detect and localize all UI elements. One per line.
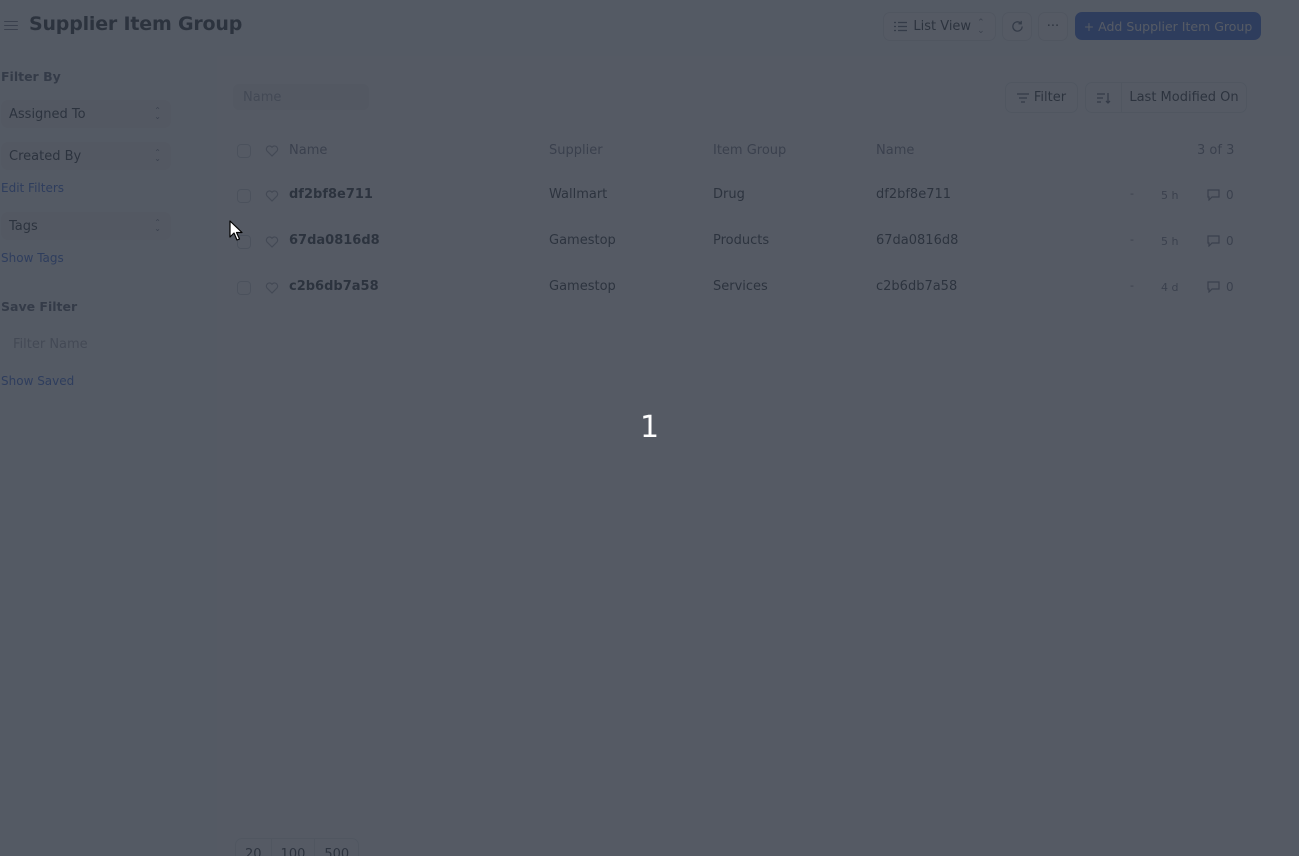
refresh-icon <box>1011 20 1023 32</box>
row-item-group: Services <box>713 279 768 294</box>
row-name-value: 67da0816d8 <box>876 233 959 248</box>
hamburger-icon[interactable] <box>4 18 18 32</box>
created-by-label: Created By <box>9 148 82 164</box>
filter-name-input[interactable]: Filter Name <box>5 330 171 358</box>
filter-by-heading: Filter By <box>1 69 61 84</box>
created-by-select[interactable]: Created By ⌃ ⌄ <box>1 142 171 170</box>
add-supplier-item-group-button[interactable]: + Add Supplier Item Group <box>1075 12 1261 40</box>
page: Supplier Item Group List View ⌃ ⌄ ··· + A… <box>0 0 1299 856</box>
page-length-selector: 20 100 500 <box>235 838 360 856</box>
comment-icon <box>1207 235 1220 247</box>
list-view-label: List View <box>913 19 972 34</box>
assigned-to-select[interactable]: Assigned To ⌃ ⌄ <box>1 100 171 128</box>
row-supplier: Gamestop <box>549 233 616 248</box>
row-dash: - <box>1130 187 1134 200</box>
list-view-button[interactable]: List View ⌃ ⌄ <box>883 12 996 41</box>
row-comment-count: 0 <box>1226 188 1234 202</box>
list-header: Name Supplier Item Group Name 3 of 3 <box>233 136 1247 166</box>
list-icon <box>894 21 908 32</box>
column-name: Name <box>289 143 328 158</box>
row-dash: - <box>1130 279 1134 292</box>
row-modified-time: 5 h <box>1161 189 1179 202</box>
sort-control: Last Modified On <box>1085 82 1247 113</box>
sort-field-button[interactable]: Last Modified On <box>1122 90 1246 105</box>
page-title: Supplier Item Group <box>29 13 243 35</box>
step-number: 1 <box>640 410 660 445</box>
name-search-input[interactable]: Name <box>233 84 369 110</box>
table-row[interactable]: df2bf8e711 Wallmart Drug df2bf8e711 - 5 … <box>233 187 1247 233</box>
page-length-20[interactable]: 20 <box>236 839 272 856</box>
row-name-value: c2b6db7a58 <box>876 279 958 294</box>
page-length-100[interactable]: 100 <box>272 839 316 856</box>
chevron-updown-icon: ⌃ ⌄ <box>154 148 161 163</box>
column-item-group: Item Group <box>713 143 787 158</box>
row-name-value: df2bf8e711 <box>876 187 952 202</box>
page-length-500[interactable]: 500 <box>315 839 358 856</box>
row-modified-time: 5 h <box>1161 235 1179 248</box>
row-name-link[interactable]: c2b6db7a58 <box>289 279 379 294</box>
main-panel <box>217 56 1292 856</box>
heart-icon[interactable] <box>265 235 279 249</box>
filter-icon <box>1016 92 1029 103</box>
column-name-2: Name <box>876 143 915 158</box>
sidebar: Filter By Assigned To ⌃ ⌄ Created By ⌃ ⌄ E… <box>0 56 216 856</box>
row-name-link[interactable]: df2bf8e711 <box>289 187 373 202</box>
show-tags-link[interactable]: Show Tags <box>1 251 64 265</box>
table-row[interactable]: 67da0816d8 Gamestop Products 67da0816d8 … <box>233 233 1247 279</box>
row-item-group: Products <box>713 233 770 248</box>
heart-icon[interactable] <box>265 144 279 158</box>
heart-icon[interactable] <box>265 189 279 203</box>
row-supplier: Wallmart <box>549 187 608 202</box>
column-supplier: Supplier <box>549 143 603 158</box>
select-all-checkbox[interactable] <box>237 144 251 158</box>
row-checkbox[interactable] <box>237 189 251 203</box>
assigned-to-label: Assigned To <box>9 106 86 122</box>
chevron-updown-icon: ⌃ ⌄ <box>154 218 161 233</box>
row-comment-count: 0 <box>1226 234 1234 248</box>
tags-label: Tags <box>9 218 38 234</box>
edit-filters-link[interactable]: Edit Filters <box>1 181 64 195</box>
chevron-updown-icon: ⌃ ⌄ <box>154 106 161 121</box>
row-name-link[interactable]: 67da0816d8 <box>289 233 380 248</box>
tags-select[interactable]: Tags ⌃ ⌄ <box>1 212 171 240</box>
filter-label: Filter <box>1033 90 1067 105</box>
cursor-icon <box>229 220 243 241</box>
comment-icon <box>1207 189 1220 201</box>
row-comment-count: 0 <box>1226 280 1234 294</box>
show-saved-link[interactable]: Show Saved <box>1 374 74 388</box>
table-row[interactable]: c2b6db7a58 Gamestop Services c2b6db7a58 … <box>233 279 1247 325</box>
row-item-group: Drug <box>713 187 745 202</box>
sort-icon <box>1096 92 1110 104</box>
sort-direction-button[interactable] <box>1086 83 1122 112</box>
list-count: 3 of 3 <box>1197 143 1235 158</box>
comment-icon <box>1207 281 1220 293</box>
chevron-updown-icon: ⌃ ⌄ <box>977 17 985 36</box>
row-dash: - <box>1130 233 1134 246</box>
row-supplier: Gamestop <box>549 279 616 294</box>
more-options-button[interactable]: ··· <box>1038 12 1068 41</box>
save-filter-heading: Save Filter <box>1 299 78 314</box>
refresh-button[interactable] <box>1002 12 1032 41</box>
row-modified-time: 4 d <box>1161 281 1179 294</box>
heart-icon[interactable] <box>265 281 279 295</box>
filter-button[interactable]: Filter <box>1005 82 1078 113</box>
row-checkbox[interactable] <box>237 281 251 295</box>
